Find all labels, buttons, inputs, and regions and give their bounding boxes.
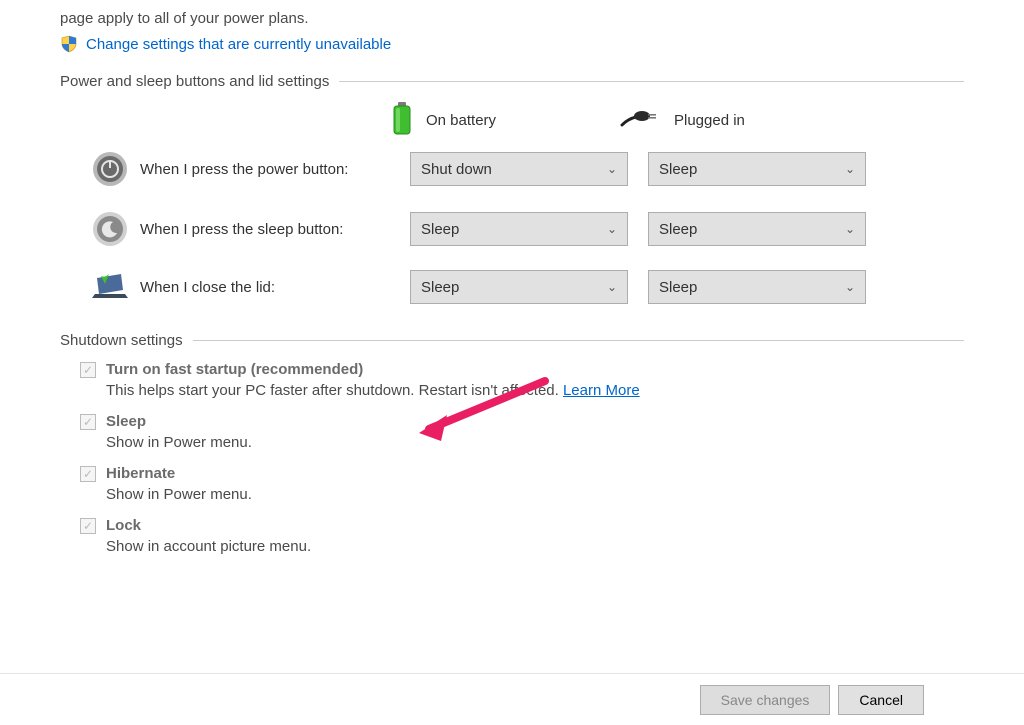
dropdown-value: Sleep — [659, 161, 697, 178]
hibernate-title: Hibernate — [106, 465, 175, 482]
fast-startup-checkbox[interactable] — [80, 362, 96, 378]
sleep-title: Sleep — [106, 413, 146, 430]
section-label: Shutdown settings — [60, 332, 183, 349]
dropdown-value: Sleep — [659, 221, 697, 238]
column-header-plugged: Plugged in — [620, 107, 850, 133]
lid-icon — [80, 272, 140, 302]
cancel-button[interactable]: Cancel — [838, 685, 924, 715]
chevron-down-icon: ⌄ — [845, 280, 855, 294]
power-button-battery-dropdown[interactable]: Shut down ⌄ — [410, 152, 628, 186]
chevron-down-icon: ⌄ — [607, 162, 617, 176]
column-label: On battery — [426, 112, 496, 129]
dropdown-value: Sleep — [659, 279, 697, 296]
power-button-plugged-dropdown[interactable]: Sleep ⌄ — [648, 152, 866, 186]
dropdown-value: Shut down — [421, 161, 492, 178]
column-header-battery: On battery — [390, 100, 620, 140]
footer-bar: Save changes Cancel — [0, 673, 1024, 725]
dropdown-value: Sleep — [421, 279, 459, 296]
section-rule — [193, 340, 964, 341]
fast-startup-desc: This helps start your PC faster after sh… — [106, 382, 559, 399]
lock-title: Lock — [106, 517, 141, 534]
sleep-button-battery-dropdown[interactable]: Sleep ⌄ — [410, 212, 628, 246]
lock-checkbox[interactable] — [80, 518, 96, 534]
section-header-buttons: Power and sleep buttons and lid settings — [60, 73, 964, 90]
learn-more-link[interactable]: Learn More — [563, 382, 640, 399]
lock-desc: Show in account picture menu. — [80, 538, 964, 555]
save-changes-button[interactable]: Save changes — [700, 685, 831, 715]
fast-startup-title: Turn on fast startup (recommended) — [106, 361, 363, 378]
section-rule — [339, 81, 964, 82]
chevron-down-icon: ⌄ — [845, 222, 855, 236]
sleep-button-icon — [80, 210, 140, 248]
chevron-down-icon: ⌄ — [845, 162, 855, 176]
power-button-icon — [80, 150, 140, 188]
chevron-down-icon: ⌄ — [607, 222, 617, 236]
dropdown-value: Sleep — [421, 221, 459, 238]
sleep-item: Sleep Show in Power menu. — [80, 413, 964, 451]
sleep-checkbox[interactable] — [80, 414, 96, 430]
sleep-desc: Show in Power menu. — [80, 434, 964, 451]
lid-label: When I close the lid: — [140, 279, 410, 296]
chevron-down-icon: ⌄ — [607, 280, 617, 294]
battery-icon — [390, 100, 414, 140]
shield-icon — [60, 35, 78, 53]
power-button-label: When I press the power button: — [140, 161, 410, 178]
intro-text: page apply to all of your power plans. — [60, 10, 964, 27]
section-header-shutdown: Shutdown settings — [60, 332, 964, 349]
hibernate-item: Hibernate Show in Power menu. — [80, 465, 964, 503]
sleep-button-plugged-dropdown[interactable]: Sleep ⌄ — [648, 212, 866, 246]
fast-startup-item: Turn on fast startup (recommended) This … — [80, 361, 964, 399]
section-label: Power and sleep buttons and lid settings — [60, 73, 329, 90]
change-settings-link[interactable]: Change settings that are currently unava… — [86, 36, 391, 53]
hibernate-desc: Show in Power menu. — [80, 486, 964, 503]
lid-battery-dropdown[interactable]: Sleep ⌄ — [410, 270, 628, 304]
lock-item: Lock Show in account picture menu. — [80, 517, 964, 555]
lid-plugged-dropdown[interactable]: Sleep ⌄ — [648, 270, 866, 304]
plug-icon — [620, 107, 662, 133]
hibernate-checkbox[interactable] — [80, 466, 96, 482]
sleep-button-label: When I press the sleep button: — [140, 221, 410, 238]
column-label: Plugged in — [674, 112, 745, 129]
